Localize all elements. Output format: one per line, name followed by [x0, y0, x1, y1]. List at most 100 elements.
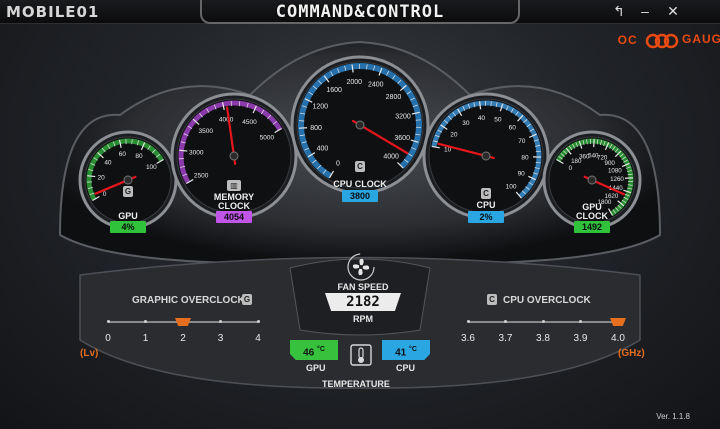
- cpu-usage-tick-label: 100: [506, 183, 517, 190]
- graphic-overclock-level-label[interactable]: 1: [134, 333, 158, 344]
- graphic-overclock-unit: (Lv): [80, 348, 99, 359]
- cpu-clock-tick-label: 1600: [326, 87, 342, 94]
- graphic-overclock-level-label[interactable]: 3: [209, 333, 233, 344]
- cpu-usage-tick-label: 30: [462, 120, 470, 127]
- gpu-clock-needle-hub: [587, 175, 597, 185]
- cpu-temperature-label: CPU: [396, 363, 416, 373]
- gpu-usage-tick-label: 0: [103, 191, 107, 198]
- cpu-usage-tick-label: 80: [521, 154, 529, 161]
- thermometer-icon: [350, 344, 372, 366]
- cpu-clock-gauge: 0 400 800 1200 1600 2000 2400 2800 3200 3600 4000 …: [290, 55, 430, 202]
- gpu-usage-tick-label: 60: [119, 151, 127, 158]
- memory-gauge-icon: ▥: [227, 180, 241, 191]
- version-label: Ver. 1.1.8: [656, 412, 690, 421]
- fan-speed-value: 2182: [325, 293, 401, 311]
- cpu-temp-unit: °C: [409, 346, 417, 353]
- gpu-usage-needle-hub: [123, 175, 133, 185]
- gpu-temperature-label: GPU: [306, 363, 326, 373]
- cpu-clock-tick-label: 3200: [395, 113, 411, 120]
- gpu-clock-gauge-label-2: CLOCK: [576, 211, 608, 221]
- cpu-usage-tick-label: 50: [494, 116, 502, 123]
- cpu-overclock-level-label[interactable]: 3.6: [456, 333, 480, 344]
- cpu-clock-tick-label: 800: [310, 125, 322, 132]
- cpu-clock-needle-hub: [355, 120, 365, 130]
- memory-gauge-label-2: CLOCK: [218, 201, 250, 211]
- graphic-overclock-tick[interactable]: [219, 320, 222, 323]
- gpu-clock-tick-label: 1260: [610, 176, 624, 183]
- memory-clock-tick-label: 4000: [219, 116, 234, 123]
- gpu-temp-unit: °C: [317, 346, 325, 353]
- fan-icon: [347, 253, 375, 281]
- cpu-overclock-tick[interactable]: [504, 320, 507, 323]
- graphic-overclock-level-label[interactable]: 0: [96, 333, 120, 344]
- cpu-overclock-level-label[interactable]: 3.8: [531, 333, 555, 344]
- gpu-temp-number: 46: [303, 347, 315, 359]
- cpu-overclock-tick[interactable]: [541, 320, 545, 323]
- cpu-usage-tick-label: 70: [518, 138, 526, 145]
- cpu-clock-tick-label: 0: [336, 161, 340, 168]
- cpu-temp-number: 41: [395, 347, 407, 359]
- cpu-clock-tick-label: 4000: [383, 154, 399, 161]
- cpu-gauge-icon: C: [481, 188, 491, 199]
- gpu-clock-tick-label: 0: [569, 165, 573, 172]
- cpu-clock-tick-label: 2000: [346, 79, 362, 86]
- temperature-label: TEMPERATURE: [322, 379, 390, 389]
- command-control-window: MOBILE01 COMMAND&CONTROL ↰ – ✕ OC GAUGE: [0, 0, 720, 429]
- cpu-overclock-tick[interactable]: [579, 320, 582, 323]
- cpu-overclock-level-label[interactable]: 3.9: [569, 333, 593, 344]
- memory-clock-tick-mark: [179, 149, 188, 152]
- gpu-usage-value: 4%: [110, 221, 146, 233]
- cpu-usage-tick-label: 90: [518, 170, 526, 177]
- cpu-overclock-title: CPU OVERCLOCK: [503, 295, 591, 306]
- gpu-clock-tick-label: 1080: [608, 167, 622, 174]
- graphic-overclock-title: GRAPHIC OVERCLOCK: [132, 295, 245, 306]
- cpu-clock-tick-label: 1200: [312, 104, 328, 111]
- graphic-overclock-tick[interactable]: [144, 320, 147, 323]
- gpu-usage-gauge: 0 20 40 60 80 100 G GPU 4%: [78, 130, 178, 233]
- cpu-overclock-unit: (GHz): [618, 348, 645, 359]
- graphic-overclock-level-label[interactable]: 4: [246, 333, 270, 344]
- graphic-overclock-icon: G: [242, 294, 252, 305]
- memory-clock-tick-label: 3000: [189, 150, 204, 157]
- gpu-clock-gauge: 0 180 360 540 720 900 1080 1260 1440 1620 1800 GPU…: [542, 130, 642, 233]
- cpu-clock-gauge-label: CPU CLOCK: [333, 179, 387, 189]
- cpu-clock-tick-label: 2800: [386, 94, 402, 101]
- graphic-overclock-tick[interactable]: [256, 320, 260, 323]
- cpu-clock-value: 3800: [342, 190, 378, 202]
- cpu-clock-tick-label: 3600: [394, 135, 410, 142]
- cpu-usage-value: 2%: [468, 211, 504, 223]
- cpu-usage-needle-hub: [481, 151, 491, 161]
- cpu-overclock-level-label[interactable]: 3.7: [494, 333, 518, 344]
- cpu-usage-tick-label: 20: [450, 131, 458, 138]
- memory-clock-tick-label: 3500: [199, 128, 214, 135]
- gpu-usage-tick-label: 80: [135, 153, 143, 160]
- memory-clock-tick-label: 4500: [242, 119, 257, 126]
- graphic-overclock-tick[interactable]: [106, 320, 110, 323]
- gpu-usage-tick-label: 100: [146, 164, 157, 171]
- memory-clock-gauge: 2500 3000 3500 4000 4500 5000 ▥ MEMORY CLOCK …: [170, 92, 298, 223]
- gpu-usage-tick-mark: [87, 175, 96, 178]
- memory-clock-needle-hub: [229, 151, 239, 161]
- gpu-temperature-value: 46 °C: [290, 340, 338, 360]
- cpu-temperature-value: 41 °C: [382, 340, 430, 360]
- gpu-usage-tick-label: 20: [98, 175, 106, 182]
- cpu-usage-tick-label: 40: [478, 115, 486, 122]
- memory-clock-tick-label: 2500: [194, 173, 209, 180]
- gpu-gauge-label: GPU: [118, 211, 138, 221]
- cpu-overclock-level-label[interactable]: 4.0: [606, 333, 630, 344]
- memory-clock-value: 4054: [216, 211, 252, 223]
- cpu-gauge-label: CPU: [476, 200, 496, 210]
- gpu-usage-tick-label: 40: [104, 159, 112, 166]
- cpu-clock-tick-label: 2400: [368, 81, 384, 88]
- fan-speed-unit: RPM: [353, 314, 373, 324]
- cpu-usage-gauge: 10 20 30 40 50 60 70 80 90 100 C CPU 2%: [422, 92, 550, 223]
- cpu-clock-tick-label: 400: [317, 145, 329, 152]
- memory-clock-tick-label: 5000: [260, 135, 275, 142]
- gpu-gauge-icon: G: [123, 186, 133, 197]
- gpu-clock-value: 1492: [574, 221, 610, 233]
- cpu-overclock-tick[interactable]: [466, 320, 470, 323]
- cpu-clock-gauge-icon: C: [355, 161, 365, 172]
- fan-speed-label: FAN SPEED: [337, 282, 389, 292]
- gpu-clock-tick-label: 900: [605, 160, 616, 167]
- graphic-overclock-level-label[interactable]: 2: [171, 333, 195, 344]
